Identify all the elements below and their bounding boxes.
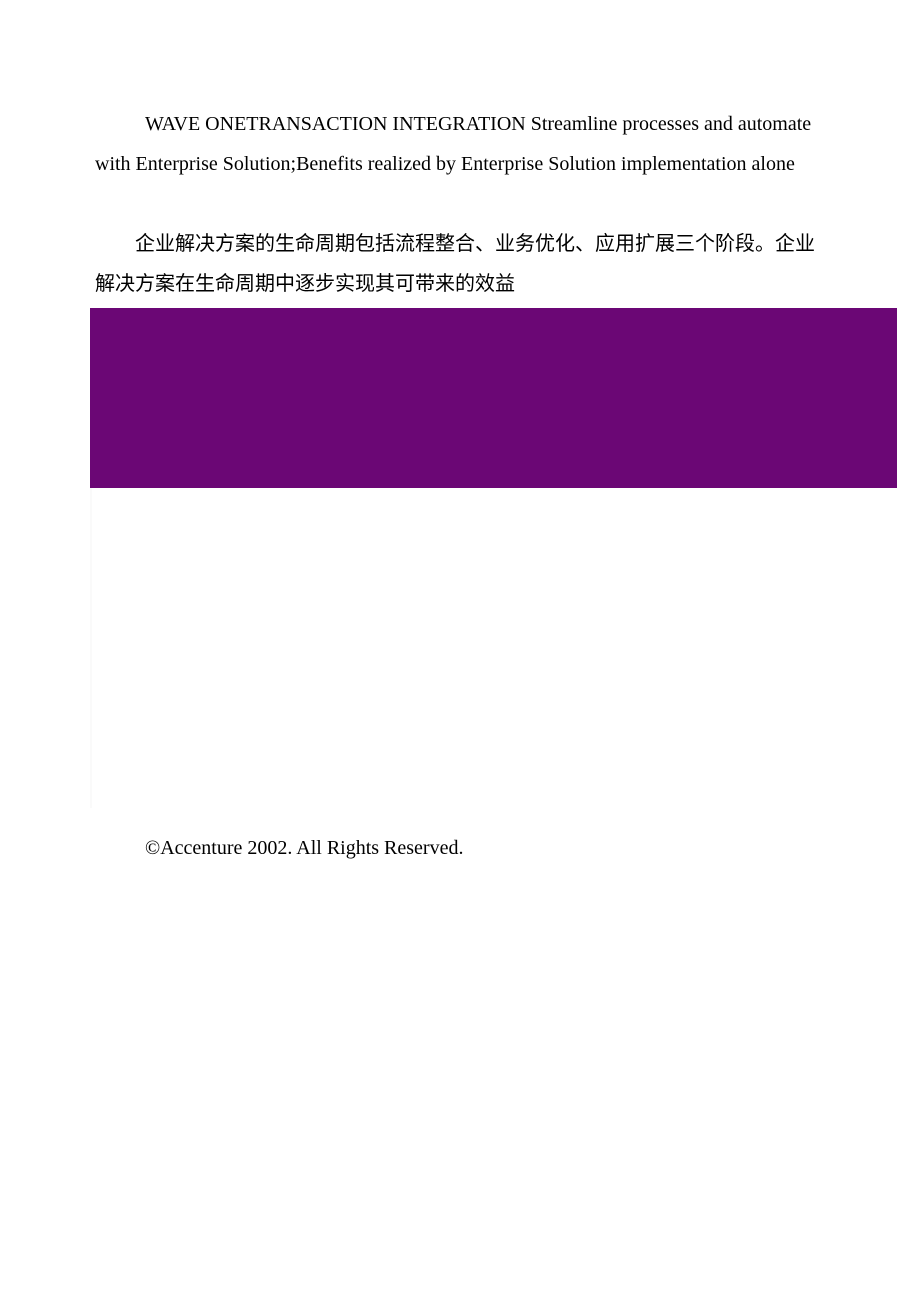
paragraph-english: WAVE ONETRANSACTION INTEGRATION Streamli… xyxy=(0,0,920,184)
purple-banner xyxy=(90,308,897,488)
paragraph-chinese: 企业解决方案的生命周期包括流程整合、业务优化、应用扩展三个阶段。企业解决方案在生… xyxy=(0,184,920,304)
empty-region xyxy=(90,488,920,808)
copyright-line: ©Accenture 2002. All Rights Reserved. xyxy=(0,828,920,868)
document-page: WAVE ONETRANSACTION INTEGRATION Streamli… xyxy=(0,0,920,868)
